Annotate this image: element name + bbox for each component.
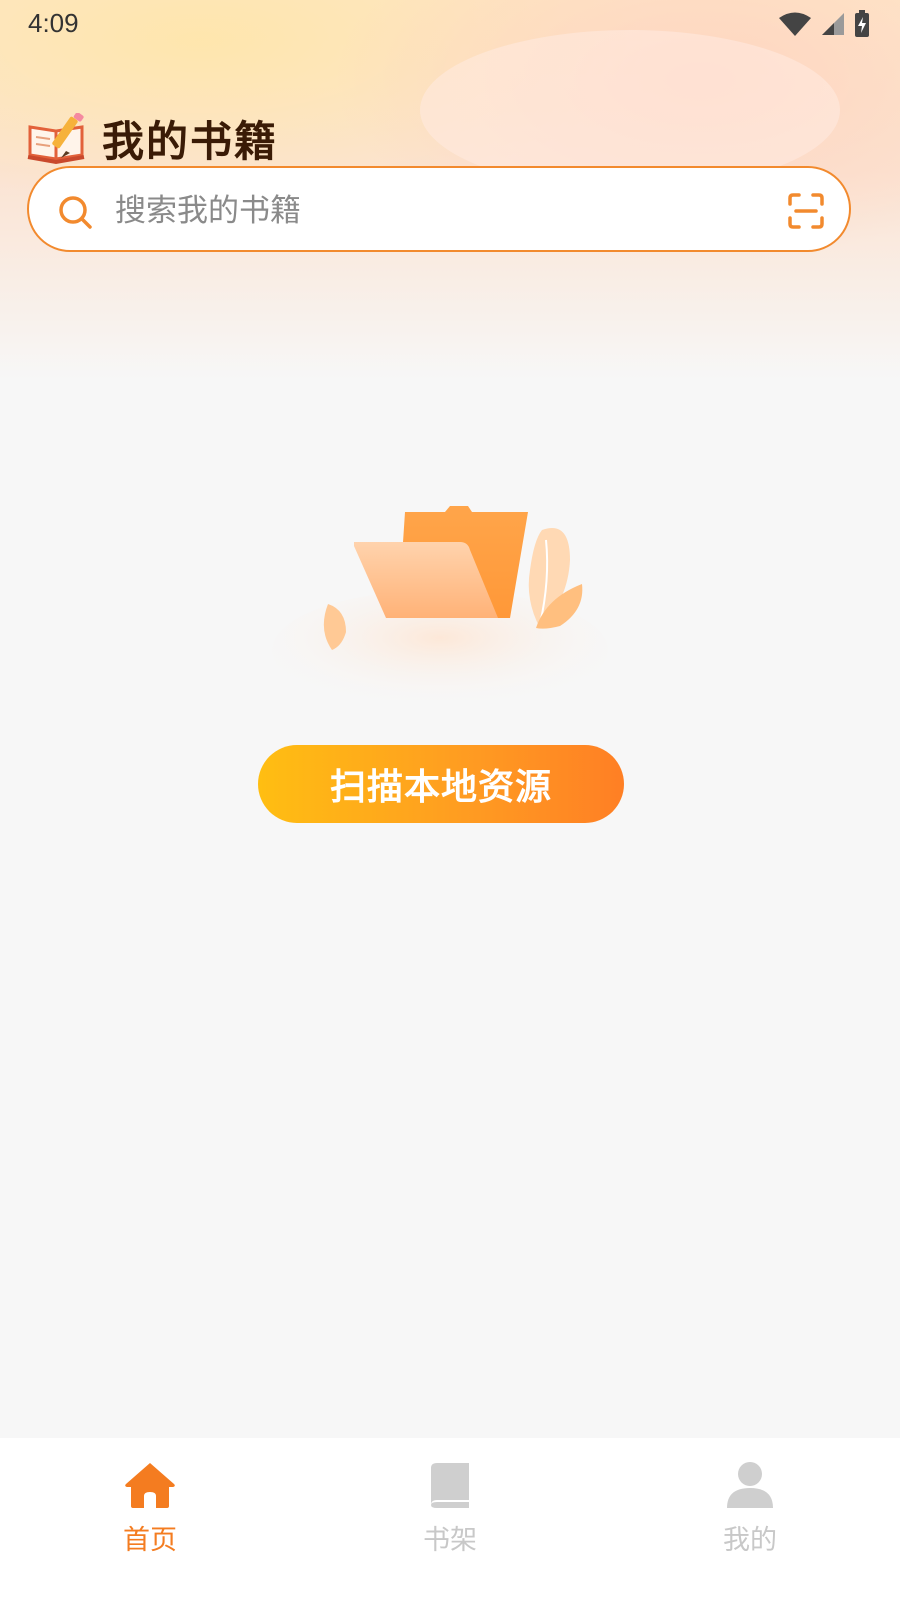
search-bar[interactable]	[27, 166, 851, 252]
status-time: 4:09	[28, 8, 79, 38]
status-bar: 4:09	[0, 0, 900, 50]
search-input[interactable]	[113, 186, 757, 236]
page-title: 我的书籍	[102, 117, 279, 166]
search-icon	[59, 196, 92, 229]
tab-label: 首页	[123, 1525, 177, 1556]
folder-illustration	[272, 506, 608, 700]
status-icons	[778, 10, 870, 38]
tab-bookshelf[interactable]: 书架	[300, 1438, 600, 1600]
home-icon	[125, 1463, 175, 1508]
tab-home[interactable]: 首页	[0, 1438, 300, 1600]
tab-label: 我的	[723, 1525, 777, 1556]
cellular-signal-icon	[822, 13, 844, 35]
tab-label: 书架	[423, 1525, 477, 1556]
bottom-tab-bar: 首页 书架 我的	[0, 1438, 900, 1600]
tab-mine[interactable]: 我的	[600, 1438, 900, 1600]
battery-charging-icon	[855, 10, 869, 37]
bookshelf-icon	[431, 1463, 469, 1508]
page-header: 我的书籍	[26, 108, 278, 169]
scan-local-resources-button[interactable]: 扫描本地资源	[258, 745, 624, 823]
scan-icon[interactable]	[787, 192, 825, 230]
wifi-icon	[779, 12, 811, 36]
user-icon	[727, 1462, 773, 1508]
book-pencil-icon	[27, 112, 85, 164]
